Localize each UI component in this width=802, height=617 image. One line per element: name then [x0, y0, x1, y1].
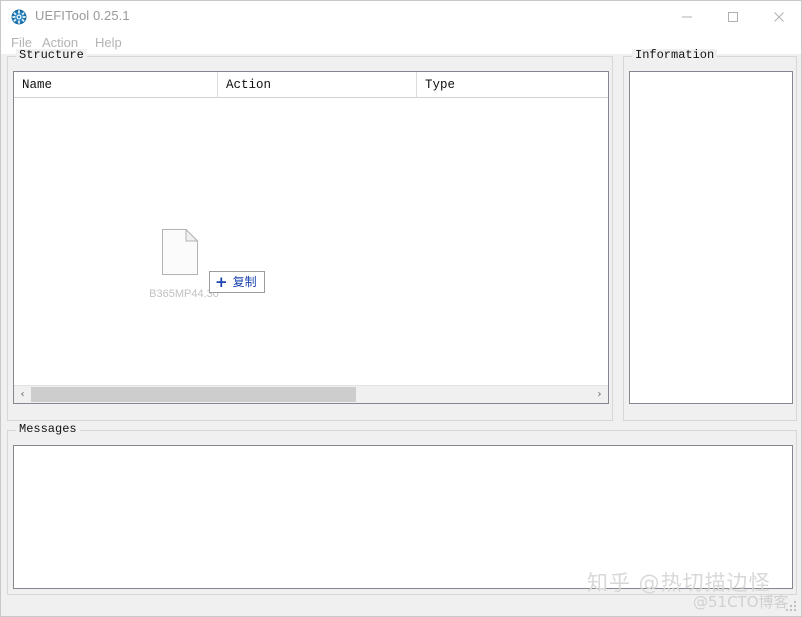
horizontal-scrollbar[interactable]: ‹ › — [14, 385, 608, 403]
maximize-icon — [727, 11, 739, 23]
uefitool-window: UEFITool 0.25.1 File Action Help Structu… — [0, 0, 802, 617]
scrollbar-thumb[interactable] — [31, 387, 356, 402]
treeview-header: Name Action Type — [14, 72, 608, 98]
titlebar: UEFITool 0.25.1 — [1, 1, 801, 32]
close-button[interactable] — [756, 1, 801, 32]
watermark-secondary: @51CTO博客 — [693, 593, 789, 611]
treeview-body[interactable] — [14, 98, 608, 386]
information-title: Information — [632, 49, 718, 62]
drop-action-label: 复制 — [232, 275, 257, 289]
scroll-right-arrow-icon[interactable]: › — [591, 386, 608, 403]
menu-item-help[interactable]: Help — [95, 35, 122, 50]
information-groupbox: Information — [623, 49, 797, 421]
column-header-type[interactable]: Type — [416, 72, 608, 98]
information-textarea[interactable] — [629, 71, 793, 404]
gear-icon — [11, 9, 27, 25]
maximize-button[interactable] — [710, 1, 756, 32]
structure-title: Structure — [16, 49, 87, 62]
messages-title: Messages — [16, 423, 80, 436]
column-header-action[interactable]: Action — [217, 72, 416, 98]
drag-drop-ghost: B365MP44.30 + 复制 — [149, 228, 269, 319]
scrollbar-track[interactable] — [31, 386, 591, 403]
column-header-name[interactable]: Name — [14, 72, 217, 98]
minimize-icon — [681, 11, 693, 23]
file-document-icon — [162, 228, 199, 275]
scroll-left-arrow-icon[interactable]: ‹ — [14, 386, 31, 403]
close-icon — [773, 11, 785, 23]
window-title: UEFITool 0.25.1 — [35, 8, 130, 23]
structure-treeview[interactable]: Name Action Type ‹ › — [13, 71, 609, 404]
minimize-button[interactable] — [664, 1, 710, 32]
plus-icon: + — [215, 272, 228, 291]
structure-groupbox: Structure Name Action Type ‹ › — [7, 49, 613, 421]
drop-action-badge: + 复制 — [209, 271, 265, 293]
resize-grip[interactable] — [786, 601, 798, 613]
